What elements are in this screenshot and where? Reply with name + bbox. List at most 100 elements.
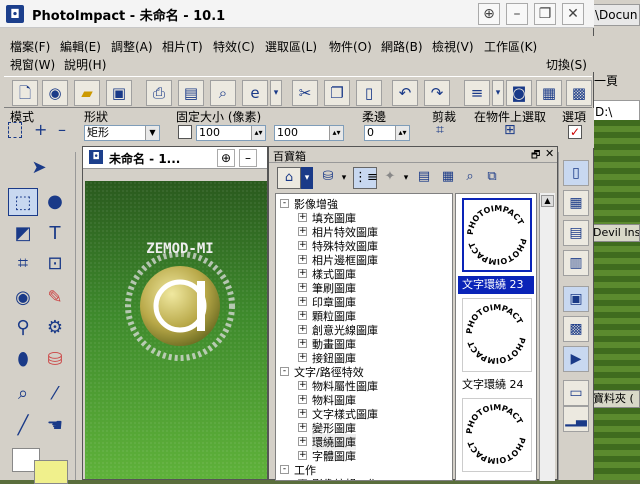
- redo-icon[interactable]: ↷: [424, 80, 450, 106]
- print-icon[interactable]: ⎙: [146, 80, 172, 106]
- print-preview-icon[interactable]: ▤: [178, 80, 204, 106]
- restore-button[interactable]: ❐: [534, 3, 556, 25]
- play-icon[interactable]: ▶: [563, 346, 589, 372]
- transform-tool-icon[interactable]: ⊡: [40, 250, 70, 278]
- paste-icon[interactable]: ▯: [356, 80, 382, 106]
- standard-selection-icon[interactable]: ⬚: [8, 188, 38, 216]
- chevron-down-icon[interactable]: ▾: [301, 167, 313, 189]
- select-object-icon[interactable]: ⊞: [504, 122, 516, 138]
- zoom-preview-icon[interactable]: ⌕: [210, 80, 236, 106]
- gallery-home-icon[interactable]: ⌂: [277, 167, 301, 189]
- fixed-size-checkbox[interactable]: [178, 125, 192, 139]
- info-panel-icon[interactable]: ▭: [563, 380, 589, 406]
- swatch-icon[interactable]: ▩: [563, 316, 589, 342]
- paint-brush-icon[interactable]: ✎: [40, 284, 70, 312]
- zoom-tool-icon[interactable]: ⌕: [8, 380, 38, 408]
- expand-icon[interactable]: +: [298, 213, 307, 222]
- menu-photo[interactable]: 相片(T): [162, 38, 203, 55]
- palette-title-bar[interactable]: 百寶箱 🗗 ✕: [269, 147, 557, 163]
- tree-item[interactable]: 影像編輯工作: [312, 476, 378, 480]
- tree-item[interactable]: 字體圖庫: [312, 448, 356, 464]
- collapse-icon[interactable]: -: [280, 199, 289, 208]
- expand-icon[interactable]: +: [298, 269, 307, 278]
- menu-adjust[interactable]: 調整(A): [111, 38, 153, 55]
- gallery-item-label[interactable]: [458, 476, 534, 480]
- expand-icon[interactable]: +: [298, 283, 307, 292]
- gallery-item-label[interactable]: 文字環繞 23: [458, 276, 534, 294]
- folder-label[interactable]: 寶料夾 (: [592, 390, 640, 408]
- grid-manager-icon[interactable]: ▦: [563, 190, 589, 216]
- subtract-mode-icon[interactable]: –: [58, 120, 66, 139]
- gallery-scrollbar[interactable]: ▲: [539, 193, 555, 481]
- expand-icon[interactable]: +: [298, 339, 307, 348]
- browser-preview-icon[interactable]: e: [242, 80, 268, 106]
- menu-object[interactable]: 物件(O): [329, 38, 372, 55]
- collapse-icon[interactable]: -: [280, 367, 289, 376]
- red-eye-icon[interactable]: ◉: [8, 284, 38, 312]
- layer-manager-icon[interactable]: ▯: [563, 160, 589, 186]
- soft-edge-field[interactable]: 0 ▴▾: [364, 125, 410, 141]
- clone-stamp-icon[interactable]: ⚲: [8, 314, 38, 342]
- gallery-thumbnail[interactable]: PHOTOIMPACT PHOTOIMPACT: [462, 298, 532, 372]
- retouch-icon[interactable]: ⚙: [40, 314, 70, 342]
- document-title-bar[interactable]: ◘ 未命名 - 1... ⊕ –: [83, 147, 267, 169]
- page-label[interactable]: 一頁: [590, 70, 640, 92]
- address-bar[interactable]: \Docun: [590, 4, 640, 26]
- spinner-icon[interactable]: ▴▾: [251, 126, 265, 140]
- tree-view-icon[interactable]: ⋮≡: [353, 167, 378, 189]
- expand-icon[interactable]: +: [298, 451, 307, 460]
- folder-label[interactable]: Devil Insid: [592, 224, 640, 242]
- menu-window[interactable]: 視窗(W): [10, 56, 55, 73]
- crop-tool-icon[interactable]: ⌗: [8, 250, 38, 278]
- hand-tool-icon[interactable]: ☚: [40, 412, 70, 440]
- background-color-swatch[interactable]: [34, 460, 68, 484]
- menu-edit[interactable]: 編輯(E): [60, 38, 101, 55]
- wand-icon[interactable]: ✦: [379, 167, 401, 189]
- menu-web[interactable]: 網路(B): [381, 38, 423, 55]
- gallery-thumbnail[interactable]: PHOTOIMPACT PHOTOIMPACT: [462, 398, 532, 472]
- expand-icon[interactable]: +: [298, 353, 307, 362]
- expand-icon[interactable]: +: [298, 381, 307, 390]
- document-manager-icon[interactable]: ▥: [563, 250, 589, 276]
- expand-icon[interactable]: +: [298, 255, 307, 264]
- line-tool-icon[interactable]: ╱: [8, 412, 38, 440]
- open-folder-icon[interactable]: ▰: [74, 80, 100, 106]
- undo-icon[interactable]: ↶: [392, 80, 418, 106]
- minimize-button[interactable]: –: [506, 3, 528, 25]
- photo-icon[interactable]: ▩: [566, 80, 592, 106]
- width-field[interactable]: 100 ▴▾: [196, 125, 266, 141]
- menu-help[interactable]: 說明(H): [64, 56, 106, 73]
- easy-palette-icon[interactable]: ▣: [563, 286, 589, 312]
- new-web-icon[interactable]: ◉: [42, 80, 68, 106]
- color-panel-icon[interactable]: ▤: [563, 220, 589, 246]
- search-icon[interactable]: ⌕: [459, 167, 481, 189]
- chevron-down-icon[interactable]: ▾: [339, 167, 349, 189]
- shape-select[interactable]: 矩形 ▼: [84, 125, 160, 141]
- image-icon[interactable]: ▦: [536, 80, 562, 106]
- menu-view[interactable]: 檢視(V): [432, 38, 474, 55]
- menu-effect[interactable]: 特效(C): [213, 38, 255, 55]
- lasso-icon[interactable]: ●: [40, 188, 70, 216]
- eraser-icon[interactable]: ⬮: [8, 346, 38, 374]
- expand-icon[interactable]: +: [298, 409, 307, 418]
- expand-icon[interactable]: +: [298, 227, 307, 236]
- expand-icon[interactable]: +: [298, 325, 307, 334]
- menu-workspace[interactable]: 工作區(K): [484, 38, 537, 55]
- image-canvas[interactable]: ZEMOD-MI: [85, 181, 267, 479]
- expand-icon[interactable]: +: [298, 423, 307, 432]
- eyedropper-icon[interactable]: ⁄: [40, 380, 70, 408]
- gallery-bucket-icon[interactable]: ⛁: [317, 167, 339, 189]
- document-window[interactable]: ◘ 未命名 - 1... ⊕ – ZEMOD-MI: [82, 146, 268, 480]
- minimize-button[interactable]: –: [239, 149, 257, 167]
- expand-icon[interactable]: +: [298, 241, 307, 250]
- histogram-icon[interactable]: ▁▃: [563, 406, 589, 432]
- expand-icon[interactable]: +: [298, 437, 307, 446]
- save-icon[interactable]: ▣: [106, 80, 132, 106]
- drive-field[interactable]: D:\: [590, 100, 640, 122]
- menu-switch[interactable]: 切換(S): [546, 56, 587, 73]
- pick-tool-icon[interactable]: ➤: [24, 154, 54, 182]
- chevron-down-icon[interactable]: ▾: [401, 167, 411, 189]
- expand-icon[interactable]: +: [298, 297, 307, 306]
- close-icon[interactable]: ✕: [545, 147, 554, 160]
- expand-icon[interactable]: +: [298, 479, 307, 480]
